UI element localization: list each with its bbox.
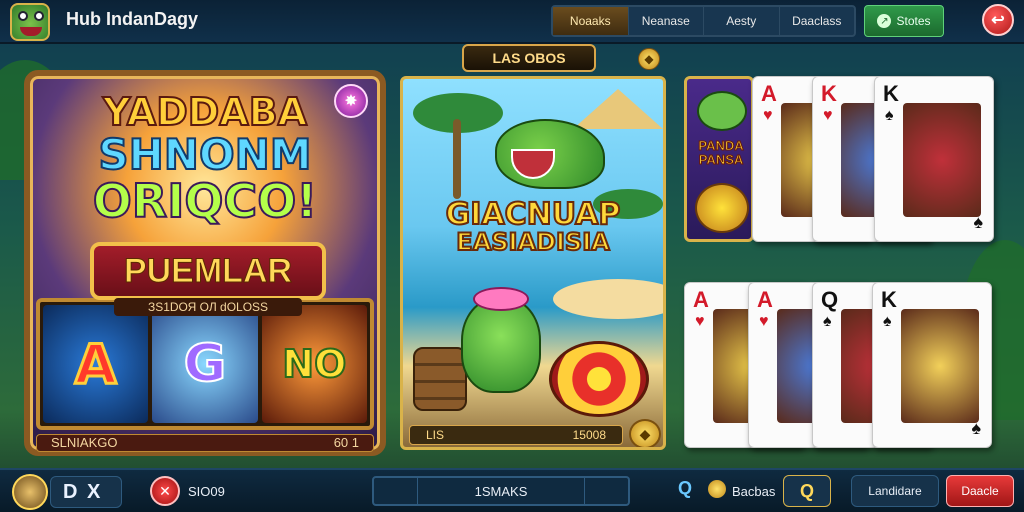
- stats-button[interactable]: ↗ Stotes: [864, 5, 944, 37]
- center-bar-label[interactable]: 1SMAKS: [418, 478, 584, 504]
- card-rank: K: [881, 287, 897, 312]
- logo-eye-left: [18, 11, 28, 21]
- slot-headline-3: ORIQCO!: [92, 173, 319, 229]
- coin-icon[interactable]: ◆: [638, 48, 660, 70]
- search-button[interactable]: Q: [783, 475, 831, 507]
- card-face-art: [903, 103, 981, 217]
- card-suit-icon: ♠: [883, 313, 892, 330]
- reel-1[interactable]: A: [43, 305, 149, 423]
- top-bar: Hub IndanDagy Noaaks Neanase Aesty Daacl…: [0, 0, 1024, 44]
- scene-top-badge[interactable]: LAS OBOS: [462, 44, 596, 72]
- dino-character: [461, 287, 541, 393]
- gem-button[interactable]: ✸: [334, 84, 368, 118]
- game-thumbnail-card[interactable]: PANDA PANSA: [684, 76, 754, 242]
- slot-footer: SLNIAKGO 60 1: [36, 434, 374, 452]
- coin-character: [695, 183, 749, 233]
- avatar[interactable]: [12, 474, 48, 510]
- tab-2[interactable]: Aesty: [704, 7, 780, 35]
- card-suit-icon: ♠: [885, 107, 894, 124]
- app-title: Hub IndanDagy: [66, 9, 199, 29]
- coin-icon[interactable]: ◆: [629, 419, 661, 447]
- footer-button-1[interactable]: Landidare: [851, 475, 939, 507]
- footer-button-2[interactable]: Daacle: [946, 475, 1014, 507]
- center-bar-right-segment[interactable]: [584, 478, 628, 504]
- card-rank: Q: [821, 287, 839, 312]
- playing-card-bottom-3[interactable]: K ♠ ♠: [872, 282, 992, 448]
- slot-headline-1: YADDABA: [102, 89, 308, 135]
- card-suit-icon: ♥: [763, 107, 773, 124]
- center-bar[interactable]: 1SMAKS: [372, 476, 630, 506]
- footer-label-1: SIO09: [188, 484, 225, 499]
- player-box[interactable]: D X: [50, 476, 122, 508]
- app-logo[interactable]: [10, 3, 50, 41]
- crocodile-character: [495, 119, 605, 189]
- footer-label-2: Bacbas: [732, 484, 776, 499]
- coin-icon: [708, 480, 726, 498]
- card-suit-icon: ♠: [823, 313, 832, 330]
- card-suit-icon: ♠: [973, 212, 983, 232]
- card-suit-icon: ♥: [695, 313, 705, 330]
- scene-title: GIACNUAP EASIADISIA: [403, 196, 663, 257]
- slot-headline-2: SHNONM: [97, 129, 312, 180]
- tab-3[interactable]: Daaclass: [780, 7, 855, 35]
- card-face-art: [901, 309, 979, 423]
- barrel: [413, 347, 467, 411]
- slot-footer-right: 60 1: [333, 435, 359, 450]
- slot-reels: A G NO: [36, 298, 374, 430]
- card-rank: A: [761, 81, 777, 106]
- scene-footer-right: 15008: [572, 428, 606, 442]
- tab-group: Noaaks Neanase Aesty Daaclass: [551, 5, 856, 37]
- scene-title-line2: EASIADISIA: [455, 227, 610, 257]
- slot-machine-panel[interactable]: YADDABA SHNONM ORIQCO! ✸ A G NO PUEMLAR …: [24, 70, 386, 456]
- logo-mouth: [20, 27, 42, 36]
- gem-icon: ✸: [344, 93, 358, 110]
- close-button[interactable]: ↩: [982, 4, 1014, 36]
- croc-jaw: [511, 149, 555, 179]
- palm-trunk: [453, 119, 461, 199]
- game-scene-card[interactable]: GIACNUAP EASIADISIA LІS 15008 ◆: [400, 76, 666, 450]
- scene-title-line1: GIACNUAP: [445, 196, 622, 233]
- slot-banner-subtitle: ЗS1DОЯ ОЛ dOLOSS: [114, 298, 302, 316]
- card-suit-icon: ♥: [823, 107, 833, 124]
- slot-banner: PUEMLAR: [90, 242, 326, 300]
- settings-icon[interactable]: ✕: [150, 476, 180, 506]
- scene-footer-left: LІS: [426, 428, 445, 442]
- search-icon[interactable]: Q: [678, 478, 692, 499]
- logo-eye-right: [34, 11, 44, 21]
- frog-character: [697, 91, 747, 131]
- prize-disc: [549, 341, 649, 417]
- playing-card-top-2[interactable]: K ♠ ♠: [874, 76, 994, 242]
- card-rank: K: [883, 81, 899, 106]
- scene-footer: LІS 15008: [409, 425, 623, 445]
- bottom-bar: D X ✕ SIO09 1SMAKS Q Bacbas Q Landidare …: [0, 468, 1024, 512]
- card-rank: A: [693, 287, 709, 312]
- tab-0[interactable]: Noaaks: [553, 7, 629, 35]
- card-rank: A: [757, 287, 773, 312]
- game-card-title: PANDA PANSA: [698, 138, 744, 167]
- stats-label: Stotes: [896, 14, 931, 28]
- island: [553, 279, 663, 319]
- tab-1[interactable]: Neanase: [629, 7, 704, 35]
- card-suit-icon: ♥: [759, 313, 769, 330]
- center-bar-left-segment[interactable]: [374, 478, 418, 504]
- reel-2[interactable]: G: [152, 305, 258, 423]
- dino-crest: [473, 287, 529, 311]
- close-icon: ↩: [991, 12, 1005, 29]
- card-rank: K: [821, 81, 837, 106]
- chart-icon: ↗: [877, 14, 892, 28]
- card-suit-icon: ♠: [971, 418, 981, 438]
- glider: [573, 89, 663, 129]
- slot-footer-left: SLNIAKGO: [51, 435, 118, 450]
- reel-3[interactable]: NO: [261, 305, 367, 423]
